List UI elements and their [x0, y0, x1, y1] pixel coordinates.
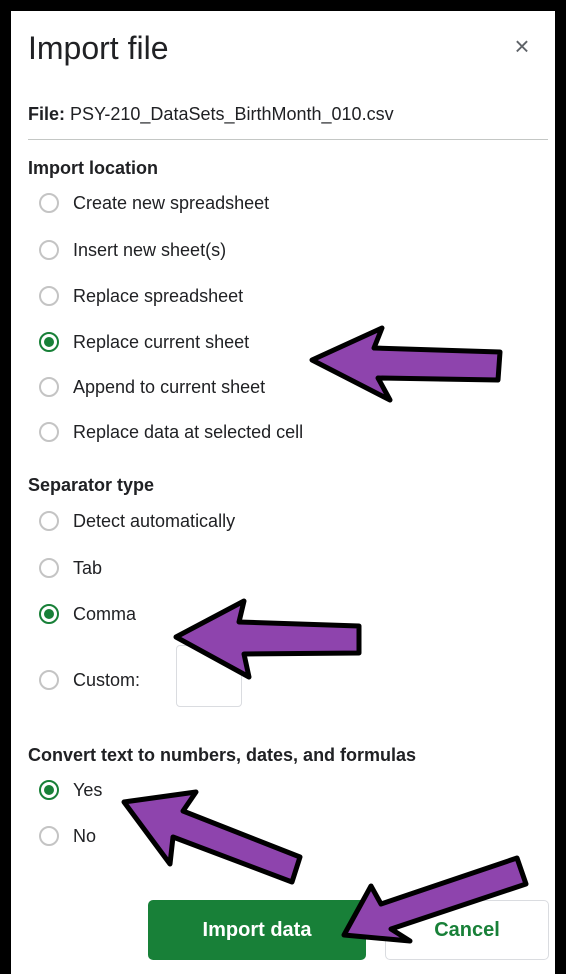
radio-button[interactable] — [39, 332, 59, 352]
radio-replace-data-at-selected-cell[interactable]: Replace data at selected cell — [39, 417, 303, 447]
radio-custom[interactable]: Custom: — [39, 665, 140, 695]
radio-comma[interactable]: Comma — [39, 599, 136, 629]
option-label: Yes — [73, 780, 103, 800]
radio-detect-automatically[interactable]: Detect automatically — [39, 506, 235, 536]
option-label: Insert new sheet(s) — [73, 240, 227, 260]
option-label: Append to current sheet — [73, 377, 266, 397]
radio-append-to-current-sheet[interactable]: Append to current sheet — [39, 372, 265, 402]
option-label: Detect automatically — [73, 511, 236, 531]
cancel-button[interactable]: Cancel — [385, 900, 549, 960]
option-label: Custom: — [73, 670, 141, 690]
radio-replace-current-sheet[interactable]: Replace current sheet — [39, 327, 249, 357]
file-name: PSY-210_DataSets_BirthMonth_010.csv — [70, 104, 394, 124]
radio-button[interactable] — [39, 193, 59, 213]
radio-button[interactable] — [39, 240, 59, 260]
convert-text-title: Convert text to numbers, dates, and form… — [28, 745, 417, 765]
radio-no[interactable]: No — [39, 821, 96, 851]
custom-separator-input[interactable] — [176, 645, 242, 707]
radio-replace-spreadsheet[interactable]: Replace spreadsheet — [39, 281, 243, 311]
import-data-button[interactable]: Import data — [148, 900, 366, 960]
file-label: File: — [28, 104, 66, 124]
radio-button[interactable] — [39, 422, 59, 442]
dialog-title: Import file — [28, 30, 169, 66]
close-icon[interactable]: × — [507, 31, 537, 61]
file-name-line: File: PSY-210_DataSets_BirthMonth_010.cs… — [28, 103, 394, 125]
radio-yes[interactable]: Yes — [39, 775, 102, 805]
radio-button[interactable] — [39, 558, 59, 578]
import-location-title: Import location — [28, 158, 158, 178]
import-file-dialog: Import file × File: PSY-210_DataSets_Bir… — [11, 11, 555, 974]
option-label: Create new spreadsheet — [73, 193, 270, 213]
option-label: Replace current sheet — [73, 332, 250, 352]
radio-button[interactable] — [39, 780, 59, 800]
option-label: Replace spreadsheet — [73, 286, 244, 306]
divider — [28, 139, 548, 140]
option-label: Comma — [73, 604, 137, 624]
option-label: Replace data at selected cell — [73, 422, 304, 442]
radio-insert-new-sheets[interactable]: Insert new sheet(s) — [39, 235, 226, 265]
separator-type-title: Separator type — [28, 475, 155, 495]
radio-create-new-spreadsheet[interactable]: Create new spreadsheet — [39, 188, 269, 218]
option-label: Tab — [73, 558, 103, 578]
radio-button[interactable] — [39, 286, 59, 306]
radio-button[interactable] — [39, 826, 59, 846]
radio-button[interactable] — [39, 377, 59, 397]
radio-button[interactable] — [39, 604, 59, 624]
radio-button[interactable] — [39, 511, 59, 531]
radio-button[interactable] — [39, 670, 59, 690]
option-label: No — [73, 826, 97, 846]
radio-tab[interactable]: Tab — [39, 553, 102, 583]
